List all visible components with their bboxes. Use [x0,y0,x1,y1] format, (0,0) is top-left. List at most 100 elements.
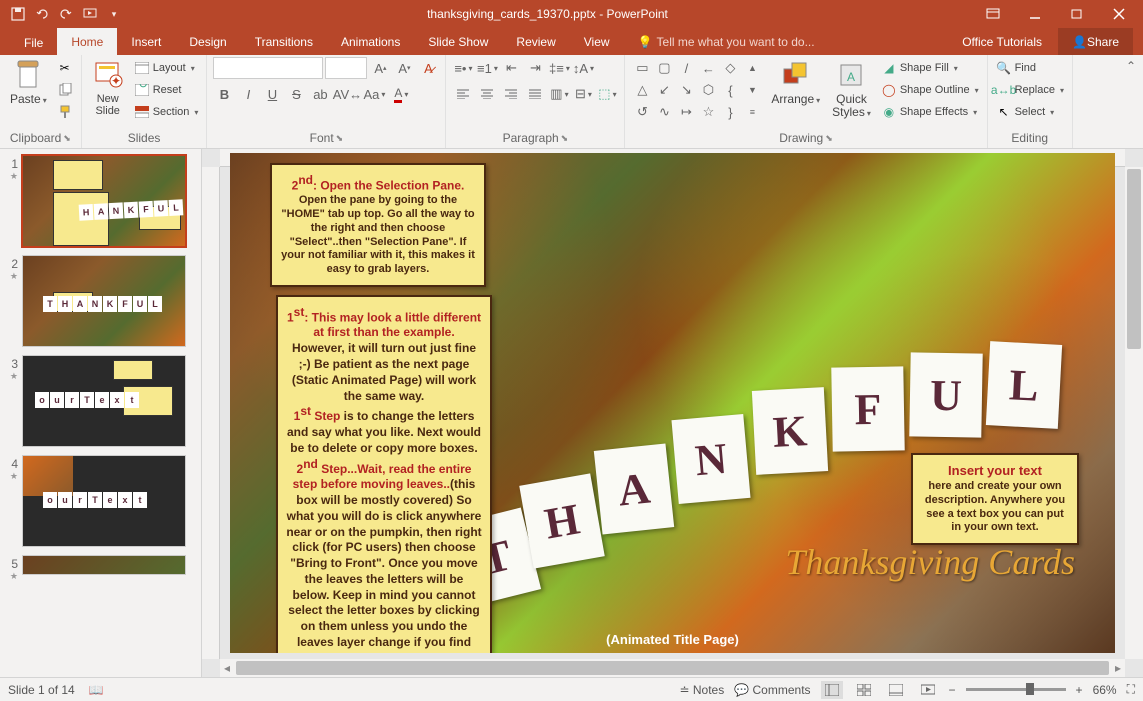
thumbnail-2[interactable]: 2★ THANKFUL [4,255,197,347]
find-button[interactable]: 🔍Find [994,57,1066,79]
format-painter-button[interactable] [55,101,75,123]
shape-outline-button[interactable]: ◯Shape Outline▾ [879,79,981,101]
slide-counter[interactable]: Slide 1 of 14 [8,683,75,697]
comments-button[interactable]: 💬 Comments [734,683,810,697]
thumbnail-5[interactable]: 5★ [4,555,197,582]
redo-icon[interactable] [58,6,74,22]
tell-me-search[interactable]: 💡 Tell me what you want to do... [624,28,829,55]
minimize-icon[interactable] [1015,2,1055,26]
columns-icon[interactable]: ▥▾ [548,83,570,105]
tab-view[interactable]: View [570,28,624,55]
scrollbar-horizontal[interactable]: ◂▸ [220,659,1125,677]
char-spacing-icon[interactable]: AV↔ [333,83,361,105]
font-launcher-icon[interactable]: ⬊ [336,133,344,144]
shadow-icon[interactable]: ab [309,83,331,105]
tab-file[interactable]: File [10,31,57,55]
change-case-icon[interactable]: Aa▾ [363,83,385,105]
increase-indent-icon[interactable]: ⇥ [524,57,546,79]
zoom-in-icon[interactable]: + [1076,683,1083,697]
letter-card-k[interactable]: K [752,387,828,475]
callout-first-step[interactable]: 1st: This may look a little different at… [276,295,492,653]
numbering-icon[interactable]: ≡1▾ [476,57,498,79]
reading-view-icon[interactable] [885,681,907,699]
justify-icon[interactable] [524,83,546,105]
thanksgiving-script-text[interactable]: Thanksgiving Cards [785,541,1075,583]
shapes-gallery[interactable]: ▭▢/←◇▲ △↙↘⬡{▼ ↺∿↦☆}≡ [631,57,763,123]
select-button[interactable]: ↖Select▾ [994,101,1066,123]
thumbnail-4[interactable]: 4★ ourText [4,455,197,547]
replace-button[interactable]: a↔bReplace▾ [994,79,1066,101]
thumbnail-3[interactable]: 3★ ourText [4,355,197,447]
slide-thumbnails-panel[interactable]: 1★ HANKFUL 2★ THANKFUL 3★ ourText [0,149,202,677]
layout-button[interactable]: Layout▾ [132,57,201,79]
letter-card-u[interactable]: U [909,352,982,437]
letter-card-l[interactable]: L [986,341,1062,429]
font-size-select[interactable] [325,57,367,79]
tab-animations[interactable]: Animations [327,28,414,55]
ribbon-options-icon[interactable] [973,2,1013,26]
font-family-select[interactable] [213,57,323,79]
zoom-level[interactable]: 66% [1093,683,1117,697]
clear-formatting-icon[interactable]: A̷ [417,57,439,79]
tab-home[interactable]: Home [57,28,117,55]
decrease-font-icon[interactable]: A▾ [393,57,415,79]
collapse-ribbon-icon[interactable]: ⌃ [1126,59,1136,73]
letter-card-n[interactable]: N [671,414,750,504]
decrease-indent-icon[interactable]: ⇤ [500,57,522,79]
bullets-icon[interactable]: ≡•▾ [452,57,474,79]
underline-icon[interactable]: U [261,83,283,105]
copy-button[interactable] [55,79,75,101]
align-right-icon[interactable] [500,83,522,105]
letter-card-a[interactable]: A [594,443,674,534]
save-icon[interactable] [10,6,26,22]
drawing-launcher-icon[interactable]: ⬊ [825,133,833,144]
fit-window-icon[interactable]: ⛶ [1127,682,1135,697]
share-button[interactable]: 👤 Share [1058,28,1133,55]
spellcheck-icon[interactable]: 📖 [89,683,104,697]
clipboard-launcher-icon[interactable]: ⬊ [63,133,71,144]
maximize-icon[interactable] [1057,2,1097,26]
italic-icon[interactable]: I [237,83,259,105]
increase-font-icon[interactable]: A▴ [369,57,391,79]
close-icon[interactable] [1099,2,1139,26]
cut-button[interactable]: ✂ [55,57,75,79]
paste-button[interactable]: Paste▾ [6,57,51,108]
office-tutorials-link[interactable]: Office Tutorials [948,28,1056,55]
paragraph-launcher-icon[interactable]: ⬊ [561,133,569,144]
letter-card-h[interactable]: H [519,473,604,568]
sorter-view-icon[interactable] [853,681,875,699]
tab-insert[interactable]: Insert [117,28,175,55]
tab-design[interactable]: Design [175,28,240,55]
font-color-icon[interactable]: A▾ [387,83,415,105]
quick-styles-button[interactable]: A Quick Styles▾ [828,57,875,121]
qat-dropdown-icon[interactable]: ▾ [106,6,122,22]
bold-icon[interactable]: B [213,83,235,105]
undo-icon[interactable] [34,6,50,22]
letter-card-f[interactable]: F [831,366,904,451]
text-direction-icon[interactable]: ↕A▾ [572,57,594,79]
scrollbar-vertical[interactable] [1125,167,1143,659]
notes-button[interactable]: ≐ Notes [679,683,724,697]
callout-insert-text[interactable]: Insert your text here and create your ow… [911,453,1079,545]
shape-effects-button[interactable]: ◉Shape Effects▾ [879,101,981,123]
tab-slideshow[interactable]: Slide Show [414,28,502,55]
align-text-icon[interactable]: ⊟▾ [572,83,594,105]
align-center-icon[interactable] [476,83,498,105]
section-button[interactable]: Section▾ [132,101,201,123]
new-slide-button[interactable]: ✦ New Slide [88,57,128,119]
reset-button[interactable]: ↻Reset [132,79,201,101]
zoom-slider[interactable] [966,688,1066,691]
align-left-icon[interactable] [452,83,474,105]
line-spacing-icon[interactable]: ‡≡▾ [548,57,570,79]
strikethrough-icon[interactable]: S [285,83,307,105]
tab-review[interactable]: Review [502,28,569,55]
arrange-button[interactable]: Arrange▾ [767,57,824,108]
callout-selection-pane[interactable]: 2nd: Open the Selection Pane. Open the p… [270,163,486,287]
thumbnail-1[interactable]: 1★ HANKFUL [4,155,197,247]
shape-fill-button[interactable]: ◢Shape Fill▾ [879,57,981,79]
tab-transitions[interactable]: Transitions [241,28,327,55]
normal-view-icon[interactable] [821,681,843,699]
start-slideshow-icon[interactable] [82,6,98,22]
zoom-out-icon[interactable]: − [949,683,956,697]
smartart-icon[interactable]: ⬚▾ [596,83,618,105]
